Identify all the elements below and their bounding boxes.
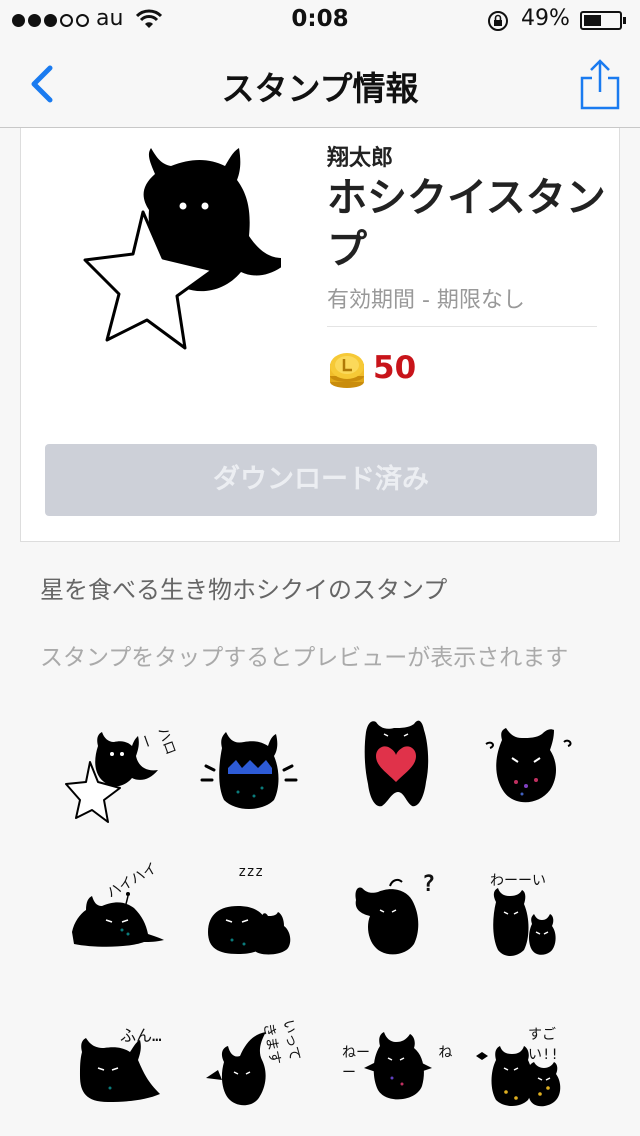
navigation-bar: スタンプ情報: [0, 40, 640, 128]
sticker-description: 星を食べる生き物ホシクイのスタンプ: [40, 576, 448, 604]
sticker-thumbnail[interactable]: いってきます: [192, 1012, 308, 1128]
sticker-thumbnail[interactable]: [192, 712, 308, 828]
divider: [327, 326, 597, 327]
sticker-caption: ?: [422, 872, 436, 897]
sticker-caption: すごい!!: [528, 1027, 559, 1063]
page-title: スタンプ情報: [221, 69, 419, 108]
download-button: ダウンロード済み: [45, 444, 597, 516]
line-coin-icon: [330, 353, 364, 388]
sticker-caption: ふん…: [120, 1026, 162, 1045]
sticker-thumbnail[interactable]: わーーい: [468, 862, 584, 978]
sticker-image: [485, 728, 572, 803]
sticker-image: [364, 720, 429, 807]
sticker-caption: ねー ねー: [342, 1045, 453, 1081]
sticker-thumbnail[interactable]: すごい!!: [468, 1012, 584, 1128]
share-icon: [580, 59, 620, 110]
sticker-thumbnail[interactable]: ふん…: [64, 1012, 180, 1128]
sticker-thumbnail[interactable]: ハイハイ: [64, 860, 180, 978]
sticker-thumbnail[interactable]: ハロー: [64, 712, 180, 828]
share-button[interactable]: [578, 58, 622, 112]
battery-icon: [580, 11, 622, 30]
battery-tip: [623, 17, 626, 24]
sticker-info-card: 翔太郎 ホシクイスタンプ 有効期間 - 期限なし 50 ダウンロード済み: [20, 128, 620, 542]
sticker-thumbnail[interactable]: [340, 712, 456, 828]
rotation-lock-icon: [488, 11, 508, 31]
sticker-image: [200, 732, 298, 809]
preview-hint: スタンプをタップするとプレビューが表示されます: [40, 645, 569, 671]
sticker-thumbnail[interactable]: [468, 712, 584, 828]
sticker-set-name: ホシクイスタンプ: [327, 175, 606, 273]
sticker-thumbnail[interactable]: ?: [340, 862, 456, 978]
validity-period: 有効期間 - 期限なし: [327, 288, 525, 313]
sticker-caption: わーーい: [490, 873, 546, 889]
status-bar: au 0:08 49%: [0, 0, 640, 40]
battery-percent: 49%: [521, 6, 570, 31]
sticker-thumbnail[interactable]: zzz: [192, 862, 308, 978]
price: 50: [373, 350, 417, 386]
author-name: 翔太郎: [327, 146, 394, 171]
sticker-caption: いってきます: [259, 1018, 303, 1067]
sticker-thumbnail[interactable]: ねー ねー: [340, 1012, 456, 1128]
sticker-caption: zzz: [238, 864, 264, 880]
main-sticker-image: [83, 148, 281, 350]
sticker-image: [355, 878, 419, 955]
